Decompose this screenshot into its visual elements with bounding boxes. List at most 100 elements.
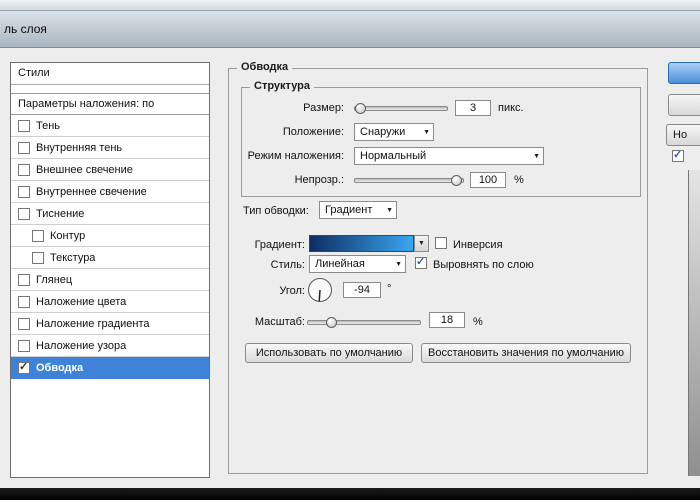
fill-type-value: Градиент [325,204,372,216]
style-item-label: Тень [36,120,60,132]
styles-header-item[interactable]: Стили [11,63,209,85]
style-checkbox[interactable] [18,164,30,176]
dialog-titlebar[interactable]: ль слоя [0,11,700,48]
blend-mode-label: Режим наложения: [242,150,344,162]
style-checkbox[interactable] [18,274,30,286]
style-item-satin[interactable]: Глянец [11,269,209,291]
style-checkbox[interactable] [18,362,30,374]
screen: ль слоя Стили Параметры наложения: по ум… [0,0,700,500]
dialog-title: ль слоя [4,11,47,48]
new-style-button[interactable]: Но [666,124,700,146]
style-item-label: Наложение градиента [36,318,150,330]
styles-panel: Стили Параметры наложения: по умолчанию … [10,62,210,478]
align-with-layer-label: Выровнять по слою [433,259,534,271]
style-label: Стиль: [229,259,305,271]
angle-label: Угол: [229,285,305,297]
angle-value[interactable]: -94 [343,282,381,298]
gradient-picker-arrow[interactable]: ▼ [414,235,429,252]
style-checkbox[interactable] [32,252,44,264]
style-item-color-overlay[interactable]: Наложение цвета [11,291,209,313]
reverse-label: Инверсия [453,239,503,251]
chevron-down-icon: ▼ [386,202,393,219]
blend-mode-dropdown[interactable]: Нормальный ▼ [354,147,544,165]
scale-slider-thumb[interactable] [326,317,337,328]
preview-thumbnail-edge [688,170,700,476]
stroke-settings-group: Обводка Структура Размер: 3 пикс. Положе… [228,68,648,474]
structure-group: Структура Размер: 3 пикс. Положение: Сна… [241,87,641,197]
align-with-layer-checkbox[interactable] [415,257,427,269]
window-chrome-top [0,0,700,11]
style-item-label: Внешнее свечение [36,164,133,176]
size-unit: пикс. [498,102,524,114]
style-checkbox[interactable] [18,296,30,308]
style-checkbox[interactable] [18,340,30,352]
fill-type-dropdown[interactable]: Градиент ▼ [319,201,397,219]
style-checkbox[interactable] [18,142,30,154]
style-checkbox[interactable] [18,318,30,330]
style-item-label: Наложение узора [36,340,126,352]
style-item-label: Контур [50,230,85,242]
layer-style-dialog: Стили Параметры наложения: по умолчанию … [0,48,700,488]
opacity-slider[interactable] [354,178,464,183]
scale-slider[interactable] [307,320,421,325]
scale-unit: % [473,316,483,328]
scale-label: Масштаб: [229,316,305,328]
position-value: Снаружи [360,126,405,138]
style-item-inner-shadow[interactable]: Внутренняя тень [11,137,209,159]
blend-mode-value: Нормальный [360,150,426,162]
size-slider[interactable] [354,106,448,111]
structure-group-title: Структура [250,80,314,92]
cancel-button[interactable] [668,94,700,116]
opacity-value[interactable]: 100 [470,172,506,188]
chevron-down-icon: ▼ [395,256,402,273]
opacity-slider-thumb[interactable] [451,175,462,186]
preview-checkbox[interactable] [672,150,684,162]
opacity-unit: % [514,174,524,186]
size-label: Размер: [242,102,344,114]
style-item-gradient-overlay[interactable]: Наложение градиента [11,313,209,335]
opacity-label: Непрозр.: [242,174,344,186]
angle-dial[interactable] [307,277,333,303]
style-item-label: Глянец [36,274,72,286]
styles-header-label: Стили [18,67,50,79]
style-checkbox[interactable] [18,208,30,220]
make-default-button[interactable]: Использовать по умолчанию [245,343,413,363]
style-item-texture[interactable]: Текстура [11,247,209,269]
position-dropdown[interactable]: Снаружи ▼ [354,123,434,141]
style-item-contour[interactable]: Контур [11,225,209,247]
position-label: Положение: [242,126,344,138]
angle-dial-icon [307,277,333,303]
reverse-checkbox[interactable] [435,237,447,249]
style-item-inner-glow[interactable]: Внутреннее свечение [11,181,209,203]
style-item-stroke[interactable]: Обводка [11,357,209,379]
style-item-label: Текстура [50,252,95,264]
style-checkbox[interactable] [18,186,30,198]
scale-value[interactable]: 18 [429,312,465,328]
blending-options-item[interactable]: Параметры наложения: по умолчанию [11,93,209,115]
size-value[interactable]: 3 [455,100,491,116]
style-item-label: Тиснение [36,208,84,220]
desktop-background [0,488,700,500]
style-item-label: Обводка [36,362,83,374]
chevron-down-icon: ▼ [423,124,430,141]
chevron-down-icon: ▼ [533,148,540,165]
style-item-label: Наложение цвета [36,296,126,308]
style-item-outer-glow[interactable]: Внешнее свечение [11,159,209,181]
ok-button[interactable] [668,62,700,84]
style-checkbox[interactable] [32,230,44,242]
gradient-swatch[interactable] [309,235,414,252]
style-item-label: Внутренняя тень [36,142,122,154]
gradient-style-dropdown[interactable]: Линейная ▼ [309,255,406,273]
fill-type-label: Тип обводки: [243,205,309,217]
size-slider-thumb[interactable] [355,103,366,114]
gradient-style-value: Линейная [315,258,365,270]
gradient-label: Градиент: [229,239,305,251]
angle-unit: ° [387,283,391,295]
style-item-pattern-overlay[interactable]: Наложение узора [11,335,209,357]
style-checkbox[interactable] [18,120,30,132]
style-item-label: Внутреннее свечение [36,186,147,198]
style-item-bevel-emboss[interactable]: Тиснение [11,203,209,225]
style-list: Тень Внутренняя тень Внешнее свечение Вн… [11,115,209,379]
reset-default-button[interactable]: Восстановить значения по умолчанию [421,343,631,363]
style-item-drop-shadow[interactable]: Тень [11,115,209,137]
